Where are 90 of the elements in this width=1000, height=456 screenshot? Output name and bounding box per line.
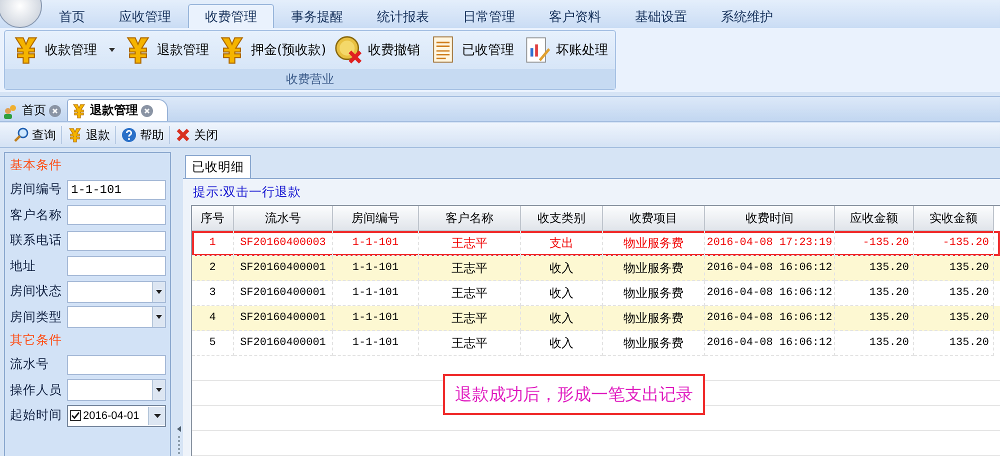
table-cell: 王志平 — [419, 306, 521, 331]
column-header[interactable]: 序号 — [192, 206, 234, 231]
column-header[interactable]: 收支类别 — [521, 206, 603, 231]
dropdown-field[interactable] — [67, 280, 166, 303]
annotation-callout: 退款成功后，形成一笔支出记录 — [443, 374, 705, 415]
table-row[interactable]: 2 SF20160400001 1-1-101 王志平 收入 物业服务费 2016-04-08 16:06:12 135.20 135.20 — [192, 256, 1000, 281]
table-cell: 135.20 — [914, 306, 994, 331]
ribbon-button[interactable]: 退款管理 — [121, 33, 215, 67]
close-icon — [175, 127, 191, 143]
dropdown-field[interactable] — [67, 306, 166, 328]
table-row[interactable]: 4 SF20160400001 1-1-101 王志平 收入 物业服务费 2016-04-08 16:06:12 135.20 135.20 — [192, 306, 1000, 331]
group-label: 收费营业 — [5, 69, 615, 89]
section-title: 其它条件 — [10, 331, 63, 349]
column-header[interactable]: 房间编号 — [333, 206, 419, 231]
field-label: 房间状态 — [10, 283, 63, 300]
caret-icon — [156, 290, 162, 294]
table-cell: 王志平 — [419, 256, 521, 281]
dropdown-field[interactable] — [67, 379, 166, 402]
table-cell: 1-1-101 — [333, 256, 419, 281]
field-label: 房间类型 — [10, 308, 63, 326]
column-header[interactable]: 客户名称 — [419, 206, 521, 231]
toolbar-button[interactable]: 查询 — [8, 126, 62, 144]
table-row[interactable]: 1 SF20160400003 1-1-101 王志平 支出 物业服务费 2016-04-08 17:23:19 -135.20 -135.20 — [192, 231, 1000, 256]
hint-text: 提示:双击一行退款 — [192, 183, 302, 201]
input-field[interactable] — [67, 354, 166, 375]
panel-tab[interactable]: 已收明细 — [185, 155, 251, 178]
table-cell: 收入 — [521, 256, 603, 281]
table-cell: 1-1-101 — [333, 306, 419, 331]
table-cell: 2016-04-08 16:06:12 — [705, 256, 835, 281]
field-label: 流水号 — [10, 356, 50, 374]
ribbon-button[interactable]: 已收管理 — [426, 33, 520, 67]
caret-icon — [154, 414, 160, 418]
table-cell: 4 — [192, 306, 234, 331]
menu-tab[interactable]: 系统维护 — [704, 4, 790, 28]
field-label: 客户名称 — [10, 206, 63, 224]
field-label: 联系电话 — [10, 232, 63, 250]
menu-tab[interactable]: 基础设置 — [618, 4, 704, 28]
people-icon — [3, 102, 19, 118]
menu-tab[interactable]: 客户资料 — [532, 4, 618, 28]
toolbar-button[interactable]: 帮助 — [116, 126, 170, 144]
help-icon — [121, 127, 137, 143]
ribbon-button[interactable]: 收款管理 — [9, 33, 121, 67]
column-header[interactable]: 应收金额 — [835, 206, 914, 231]
ribbon-button[interactable]: 收费撤销 — [332, 33, 426, 67]
menu-tab[interactable]: 首页 — [42, 4, 102, 28]
collapse-handle[interactable] — [176, 426, 182, 454]
table-cell: SF20160400001 — [234, 306, 333, 331]
table-cell: 收入 — [521, 306, 603, 331]
input-field[interactable] — [67, 256, 166, 276]
field-label: 操作人员 — [10, 382, 63, 399]
input-field[interactable] — [67, 205, 166, 226]
column-header[interactable]: 收费项目 — [603, 206, 705, 231]
checkbox[interactable] — [70, 410, 81, 422]
caret-icon — [156, 388, 162, 392]
field-label: 地址 — [10, 258, 37, 275]
ribbon-button[interactable]: 押金(预收款) — [215, 33, 332, 67]
ribbon-button[interactable]: 坏账处理 — [520, 33, 614, 67]
menu-tab[interactable]: 应收管理 — [102, 4, 188, 28]
section-title: 基本条件 — [10, 156, 63, 174]
yen-icon — [71, 102, 87, 118]
close-icon[interactable] — [49, 104, 61, 116]
menu-tab[interactable]: 统计报表 — [360, 4, 446, 28]
toolbar-button[interactable]: 退款 — [62, 126, 116, 144]
document-tab[interactable]: 退款管理 — [67, 99, 168, 121]
table-cell: 135.20 — [914, 256, 994, 281]
column-header[interactable]: 收费时间 — [705, 206, 835, 231]
coin-cancel-icon — [334, 35, 364, 65]
table-cell: 135.20 — [835, 306, 914, 331]
close-icon[interactable] — [141, 104, 153, 116]
field-label: 起始时间 — [10, 407, 63, 424]
table-cell: 2 — [192, 256, 234, 281]
input-field[interactable] — [67, 230, 166, 251]
table-cell: SF20160400001 — [234, 256, 333, 281]
menu-tab[interactable]: 事务提醒 — [274, 4, 360, 28]
date-field[interactable]: 2016-04-01 — [67, 404, 166, 427]
search-icon — [13, 127, 29, 143]
column-header[interactable]: 流水号 — [234, 206, 333, 231]
menu-tab[interactable]: 日常管理 — [446, 4, 532, 28]
input-field[interactable]: 1-1-101 — [67, 180, 166, 200]
document-tab[interactable]: 首页 — [0, 100, 67, 121]
yen-icon — [67, 127, 83, 143]
table-cell: 物业服务费 — [603, 256, 705, 281]
field-label: 房间编号 — [10, 181, 63, 198]
column-header[interactable]: 实收金额 — [914, 206, 994, 231]
menu-tab[interactable]: 收费管理 — [188, 4, 274, 28]
table-cell: 135.20 — [835, 256, 914, 281]
table-cell: 物业服务费 — [603, 306, 705, 331]
toolbar-button[interactable]: 关闭 — [170, 126, 223, 144]
table-cell: 2016-04-08 16:06:12 — [705, 306, 835, 331]
caret-icon — [156, 315, 162, 320]
